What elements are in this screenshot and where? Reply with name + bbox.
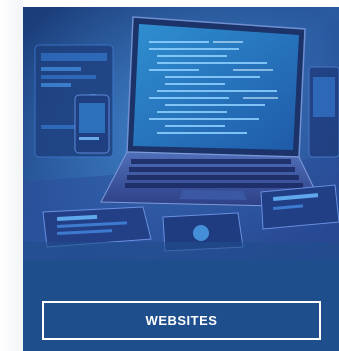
page-margin	[0, 0, 23, 351]
hero-image	[23, 7, 339, 260]
websites-button[interactable]: WEBSITES	[42, 301, 321, 340]
laptop-devices-illustration-icon	[23, 7, 339, 260]
service-card[interactable]: WEBSITES	[23, 7, 339, 351]
